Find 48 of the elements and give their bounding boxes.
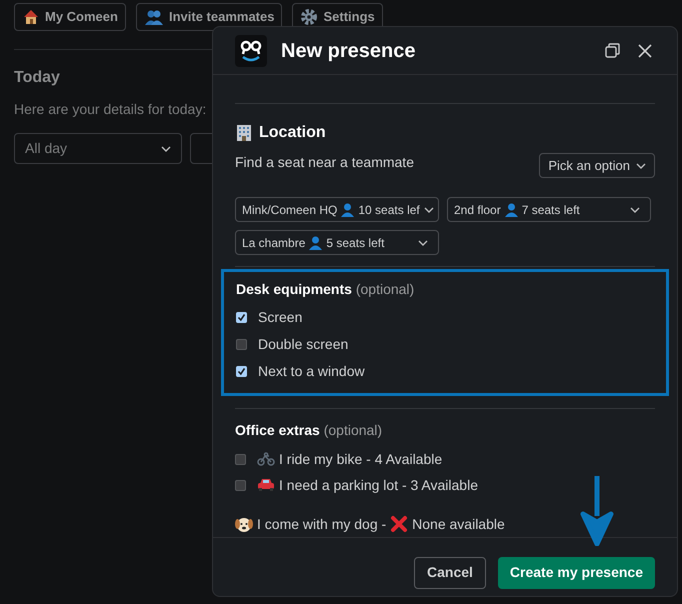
person-icon [341,202,354,216]
dialog-title: New presence [281,38,416,64]
checkbox[interactable] [235,454,246,464]
prompt-text: Find a seat near a teammate [235,153,414,172]
check-icon [237,367,246,376]
popout-icon [605,43,620,58]
checkbox-label: Next to a window [258,362,365,381]
section-title: Location [259,123,326,143]
caret-icon [630,206,640,212]
app-logo-icon [235,34,267,66]
checkbox-label: I ride my bike - 4 Available [279,450,442,469]
checkbox-label: Screen [258,308,302,327]
group-heading: Office extras (optional) [235,421,384,440]
checkbox[interactable] [236,339,247,350]
arrow-annotation [580,476,614,546]
location-select[interactable]: La chambre 5 seats left [235,230,439,255]
checkbox[interactable] [236,366,247,377]
location-select[interactable]: Mink/Comeen HQ 10 seats lef [235,197,439,222]
dog-face-icon [235,516,253,532]
people-icon [144,8,164,26]
caret-icon [636,162,646,168]
checkbox[interactable] [236,312,247,323]
building-icon [235,124,253,142]
location-select[interactable]: 2nd floor 7 seats left [447,197,651,222]
cancel-button[interactable]: Cancel [414,556,486,588]
checkbox-label: I need a parking lot - 3 Available [279,476,478,495]
caret-icon [418,240,428,246]
group-heading: Desk equipments (optional) [236,280,416,299]
checkbox-label: Double screen [258,335,348,354]
subtitle-text: Here are your details for today: [14,100,208,119]
caret-icon [424,206,434,212]
time-select[interactable]: All day [14,133,182,164]
status-text: None available [412,514,505,534]
nav-tab[interactable]: My Comeen [14,3,126,31]
info-text: I come with my dog - [257,514,386,534]
cross-mark-icon [390,515,408,533]
pick-option-select[interactable]: Pick an option [539,153,655,178]
create-button[interactable]: Create my presence [498,556,655,588]
person-icon [309,236,322,250]
close-icon [638,44,652,58]
bike-icon [257,452,275,466]
section-title: Today [14,68,61,88]
house-icon [22,8,40,26]
car-icon [257,478,275,492]
checkbox[interactable] [235,480,246,490]
caret-icon [161,146,171,152]
person-icon [504,202,518,216]
check-icon [237,313,246,322]
